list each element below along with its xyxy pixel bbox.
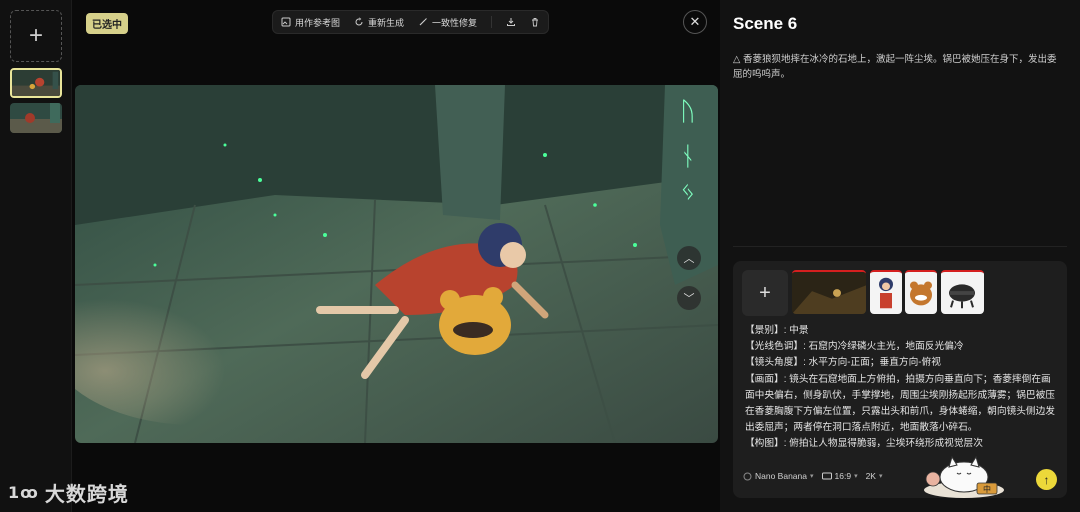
model-icon	[743, 472, 752, 480]
add-scene-button[interactable]: +	[10, 10, 62, 62]
consistency-fix-button[interactable]: 一致性修复	[418, 16, 477, 29]
reference-image-cave[interactable]	[792, 270, 866, 314]
aspect-ratio-label: 16:9	[834, 471, 852, 481]
prompt-line: 【构图】: 俯拍让人物显得脆弱，尘埃环绕形成视觉层次	[745, 438, 983, 450]
model-label: Nano Banana	[755, 471, 807, 481]
use-as-reference-label: 用作参考图	[295, 17, 341, 28]
reference-image-pot[interactable]	[941, 270, 984, 314]
download-button[interactable]	[506, 17, 516, 27]
resolution-select[interactable]: 2K ▾	[866, 471, 883, 481]
scene-description: △ 香菱狼狈地摔在冰冷的石地上，激起一阵尘埃。锅巴被她压在身下，发出委屈的呜呜声…	[733, 54, 1057, 80]
chevron-down-icon: ▾	[854, 473, 858, 480]
previous-image-button[interactable]: ︿	[677, 246, 701, 270]
toolbar-divider	[491, 16, 493, 28]
aspect-ratio-select[interactable]: 16:9 ▾	[821, 471, 858, 481]
prompt-line: 【画面】: 镜头在石窟地面上方俯拍，拍摄方向垂直向下；香菱摔倒在画面中央偏右，侧…	[745, 373, 1055, 434]
trash-icon	[532, 18, 539, 27]
next-image-button[interactable]: ﹀	[677, 286, 701, 310]
prompt-line: 【景别】: 中景	[745, 325, 809, 336]
scene-thumbnail[interactable]	[10, 103, 62, 133]
chevron-down-icon: ▾	[810, 473, 814, 480]
mascot-badge: 中	[983, 484, 991, 494]
prompt-line: 【镜头角度】: 水平方向-正面；垂直方向-俯视	[745, 357, 941, 369]
svg-text:ᚢ: ᚢ	[680, 97, 696, 127]
resolution-label: 2K	[865, 471, 876, 481]
use-as-reference-button[interactable]: 用作参考图	[281, 16, 340, 29]
regenerate-label: 重新生成	[368, 17, 405, 28]
svg-text:ᚾ: ᚾ	[680, 142, 696, 172]
send-button[interactable]: ↑	[1036, 469, 1057, 490]
prompt-line: 【光线色调】: 石窟内冷绿磷火主光，地面反光偏冷	[745, 341, 964, 353]
image-reference-icon	[281, 17, 291, 27]
panel-divider	[733, 246, 1067, 247]
cat-mascot-icon: 中	[924, 455, 1004, 498]
brush-icon	[419, 18, 427, 26]
scene-detail-panel: Scene 6 △ 香菱狼狈地摔在冰冷的石地上，激起一阵尘埃。锅巴被她压在身下，…	[720, 0, 1080, 512]
reference-image-bear[interactable]	[905, 270, 937, 314]
scene-title: Scene 6	[733, 14, 798, 33]
prompt-editor: + 【景别】: 中景 【光线色调】: 石窟内冷绿磷火主光，地面反光偏冷 【镜头角…	[733, 261, 1067, 498]
svg-text:ᛃ: ᛃ	[680, 177, 696, 207]
scene-thumbnail-selected[interactable]	[10, 68, 62, 98]
close-button[interactable]: ✕	[683, 10, 707, 34]
aspect-ratio-icon	[821, 472, 832, 480]
regenerate-button[interactable]: 重新生成	[354, 16, 404, 29]
generated-scene-image: ᚢ ᚾ ᛃ	[75, 85, 718, 443]
model-select[interactable]: Nano Banana ▾	[743, 471, 814, 481]
selected-badge: 已选中	[86, 13, 128, 34]
add-reference-button[interactable]: +	[742, 270, 788, 316]
watermark-logo: 1ꝏ	[8, 483, 39, 502]
generation-options: Nano Banana ▾ 16:9 ▾ 2K ▾	[743, 471, 883, 481]
watermark-text: 大数跨境	[44, 484, 129, 506]
refresh-icon	[355, 17, 363, 26]
delete-button[interactable]	[530, 17, 540, 27]
consistency-fix-label: 一致性修复	[432, 17, 478, 28]
image-viewer: 已选中 用作参考图 重新生成 一致性修复 ✕ ᚢ ᚾ ᛃ ︿ ﹀ 1ꝏ 大数跨境	[8, 0, 720, 512]
reference-image-girl[interactable]	[870, 270, 902, 314]
image-toolbar: 用作参考图 重新生成 一致性修复	[272, 10, 550, 34]
download-icon	[507, 18, 516, 26]
chevron-down-icon: ▾	[878, 473, 883, 480]
prompt-text[interactable]: 【景别】: 中景 【光线色调】: 石窟内冷绿磷火主光，地面反光偏冷 【镜头角度】…	[745, 323, 1057, 453]
thumbnail-rail: +	[0, 0, 72, 512]
watermark: 1ꝏ 大数跨境	[8, 478, 129, 507]
